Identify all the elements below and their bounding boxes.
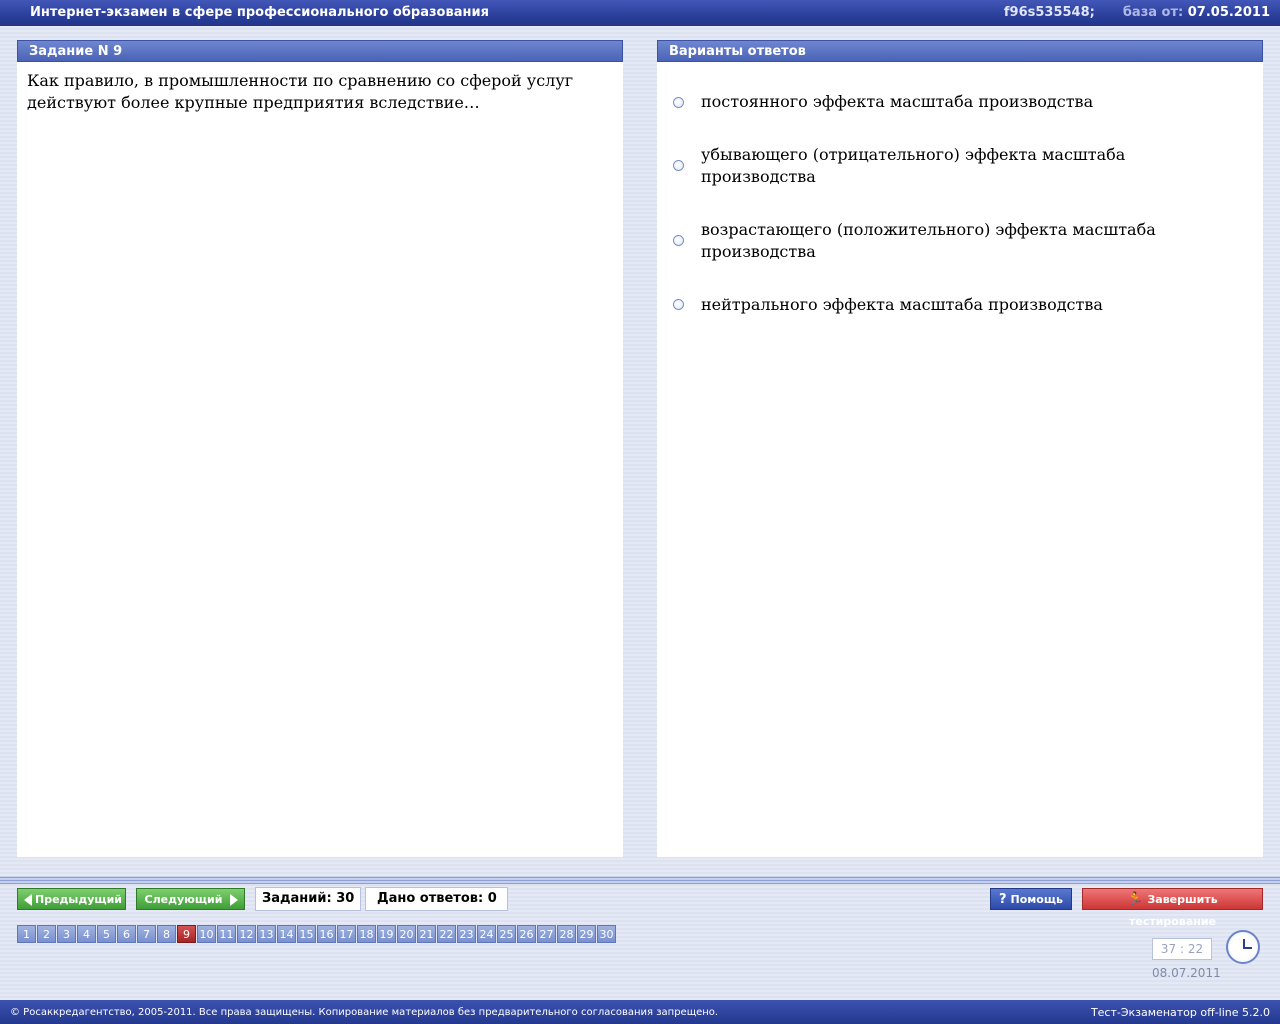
page-button-30[interactable]: 30	[597, 925, 616, 943]
answers-given: Дано ответов: 0	[365, 887, 508, 911]
task-header: Задание N 9	[17, 40, 623, 62]
finish-button[interactable]: 🏃 Завершить тестирование	[1082, 888, 1263, 928]
current-date: 08.07.2011	[1152, 966, 1221, 980]
tasks-count: Заданий: 30	[255, 887, 362, 911]
page-button-5[interactable]: 5	[97, 925, 116, 943]
page-button-1[interactable]: 1	[17, 925, 36, 943]
help-label: Помощь	[1010, 893, 1063, 906]
answer-option-4[interactable]: нейтрального эффекта масштаба производст…	[673, 294, 1253, 318]
page-button-14[interactable]: 14	[277, 925, 296, 943]
page-button-11[interactable]: 11	[217, 925, 236, 943]
task-panel: Задание N 9 Как правило, в промышленност…	[17, 40, 623, 857]
version-text: Тест-Экзаменатор off-line 5.2.0	[1090, 1006, 1270, 1019]
page-button-6[interactable]: 6	[117, 925, 136, 943]
page-button-15[interactable]: 15	[297, 925, 316, 943]
page-button-8[interactable]: 8	[157, 925, 176, 943]
radio-icon[interactable]	[673, 160, 684, 171]
title-bar: Интернет-экзамен в сфере профессионально…	[0, 0, 1280, 26]
page-button-2[interactable]: 2	[37, 925, 56, 943]
page-button-21[interactable]: 21	[417, 925, 436, 943]
arrow-left-icon	[24, 894, 32, 906]
page-button-22[interactable]: 22	[437, 925, 456, 943]
question-pager: 1 2 3 4 5 6 7 8 9 10 11 12 13 14 15 16 17 18 19 20 21 22 23 24 2…	[17, 925, 617, 943]
page-button-9[interactable]: 9	[177, 925, 196, 943]
help-icon: ?	[999, 892, 1007, 907]
page-button-29[interactable]: 29	[577, 925, 596, 943]
prev-button[interactable]: Предыдущий	[17, 888, 126, 910]
answer-label[interactable]: постоянного эффекта масштаба производств…	[701, 91, 1241, 113]
session-info: f96s535548; база от: 07.05.2011	[1004, 5, 1270, 20]
arrow-right-icon	[230, 894, 238, 906]
page-button-4[interactable]: 4	[77, 925, 96, 943]
page-button-17[interactable]: 17	[337, 925, 356, 943]
answer-label[interactable]: нейтрального эффекта масштаба производст…	[701, 294, 1241, 316]
page-button-26[interactable]: 26	[517, 925, 536, 943]
answers-header: Варианты ответов	[657, 40, 1263, 62]
prev-label: Предыдущий	[34, 893, 122, 906]
answer-option-1[interactable]: постоянного эффекта масштаба производств…	[673, 91, 1253, 115]
radio-icon[interactable]	[673, 235, 684, 246]
page-button-20[interactable]: 20	[397, 925, 416, 943]
radio-icon[interactable]	[673, 299, 684, 310]
running-man-icon: 🏃	[1127, 892, 1144, 907]
page-button-12[interactable]: 12	[237, 925, 256, 943]
question-text: Как правило, в промышленности по сравнен…	[27, 71, 574, 112]
page-button-24[interactable]: 24	[477, 925, 496, 943]
copyright-text: © Росаккредагентство, 2005-2011. Все пра…	[10, 1007, 719, 1018]
answers-panel: Варианты ответов постоянного эффекта мас…	[657, 40, 1263, 857]
page-button-27[interactable]: 27	[537, 925, 556, 943]
base-date: 07.05.2011	[1187, 5, 1270, 20]
answer-option-3[interactable]: возрастающего (положительного) эффекта м…	[673, 219, 1253, 263]
radio-icon[interactable]	[673, 97, 684, 108]
help-button[interactable]: ? Помощь	[990, 888, 1072, 910]
page-button-23[interactable]: 23	[457, 925, 476, 943]
answer-option-2[interactable]: убывающего (отрицательного) эффекта масш…	[673, 144, 1253, 186]
answer-label[interactable]: убывающего (отрицательного) эффекта масш…	[701, 144, 1241, 188]
page-button-28[interactable]: 28	[557, 925, 576, 943]
page-button-10[interactable]: 10	[197, 925, 216, 943]
footer: © Росаккредагентство, 2005-2011. Все пра…	[0, 1000, 1280, 1024]
page-button-19[interactable]: 19	[377, 925, 396, 943]
page-button-18[interactable]: 18	[357, 925, 376, 943]
page-button-25[interactable]: 25	[497, 925, 516, 943]
timer-display: 37 : 22	[1152, 938, 1212, 960]
answer-label[interactable]: возрастающего (положительного) эффекта м…	[701, 219, 1241, 263]
page-button-16[interactable]: 16	[317, 925, 336, 943]
clock-icon	[1226, 930, 1260, 964]
bottom-divider	[0, 876, 1280, 884]
app-title: Интернет-экзамен в сфере профессионально…	[30, 5, 489, 20]
page-button-13[interactable]: 13	[257, 925, 276, 943]
next-label: Следующий	[144, 893, 223, 906]
session-id: f96s535548;	[1003, 5, 1095, 20]
next-button[interactable]: Следующий	[136, 888, 245, 910]
base-label: база от:	[1122, 5, 1184, 20]
page-button-7[interactable]: 7	[137, 925, 156, 943]
page-button-3[interactable]: 3	[57, 925, 76, 943]
